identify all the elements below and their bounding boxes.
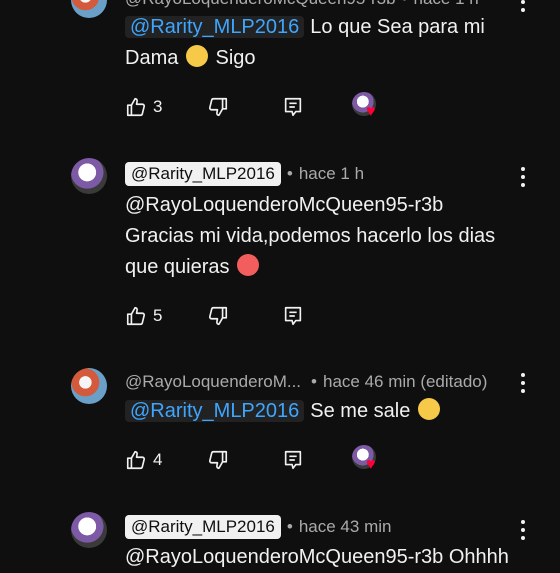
separator-dot: • <box>286 517 293 536</box>
separator-dot: • <box>286 164 293 183</box>
more-vert-icon[interactable] <box>516 371 530 395</box>
creator-heart-icon: ♥ <box>366 456 376 473</box>
comment-text: @Rarity_MLP2016 Lo que Sea para mi Dama S… <box>125 12 530 74</box>
author-handle[interactable]: @RayoLoquenderoM... <box>125 372 301 392</box>
comment-text-line: Sigo <box>215 47 256 69</box>
author-handle[interactable]: @RayoLoquenderoMcQueen95-r3b <box>125 0 396 9</box>
more-vert-icon[interactable] <box>516 165 530 189</box>
avatar[interactable] <box>71 0 107 18</box>
like-button[interactable]: 4 <box>125 445 162 475</box>
comment-text-line: Dama <box>125 47 179 69</box>
thumbs-down-icon <box>208 306 228 326</box>
reply-button[interactable] <box>282 92 304 122</box>
creator-heart-icon: ♥ <box>366 103 376 120</box>
timestamp[interactable]: hace 46 min (editado) <box>323 372 487 392</box>
avatar[interactable] <box>71 512 107 548</box>
mention-link[interactable]: @Rarity_MLP2016 <box>125 400 305 422</box>
reply-button[interactable] <box>282 445 304 475</box>
reply-button[interactable] <box>282 301 304 331</box>
thumbs-up-icon <box>126 306 146 326</box>
avatar[interactable] <box>71 368 107 404</box>
comment-text-line: Lo que Sea para mi <box>310 16 485 38</box>
comment-header: @Rarity_MLP2016 • hace 43 min <box>125 514 391 540</box>
dislike-button[interactable] <box>207 92 229 122</box>
reply-icon <box>284 450 302 470</box>
dislike-button[interactable] <box>207 301 229 331</box>
dislike-button[interactable] <box>207 445 229 475</box>
hot-face-emoji-icon <box>237 254 260 276</box>
avatar[interactable] <box>71 158 107 194</box>
thumbs-up-icon <box>126 97 146 117</box>
comment-text: @RayoLoquenderoMcQueen95-r3b Ohhhh <box>125 542 530 573</box>
comment-text-line: que quieras <box>125 256 230 278</box>
like-button[interactable]: 3 <box>125 92 162 122</box>
persevering-emoji-icon <box>417 398 440 420</box>
comment-header: @RayoLoquenderoM... • hace 46 min (edita… <box>125 369 487 395</box>
comment-text: @Rarity_MLP2016 Se me sale <box>125 396 530 427</box>
author-handle-badge[interactable]: @Rarity_MLP2016 <box>125 162 281 186</box>
like-count: 4 <box>153 450 163 469</box>
thumbs-up-icon <box>126 450 146 470</box>
timestamp[interactable]: hace 1 h <box>414 0 479 9</box>
creator-heart: ♥ <box>352 445 382 475</box>
comment-text: @RayoLoquenderoMcQueen95-r3b Gracias mi … <box>125 190 530 283</box>
mention-link[interactable]: @Rarity_MLP2016 <box>125 16 305 38</box>
thumbs-down-icon <box>208 97 228 117</box>
like-count: 3 <box>153 97 163 116</box>
comment-text-line: @RayoLoquenderoMcQueen95-r3b <box>125 194 444 216</box>
smiling-emoji-icon <box>185 45 208 67</box>
like-button[interactable]: 5 <box>125 301 162 331</box>
timestamp[interactable]: hace 1 h <box>299 164 364 184</box>
reply-icon <box>284 306 302 326</box>
author-handle-badge[interactable]: @Rarity_MLP2016 <box>125 515 281 539</box>
comment-text-line: Se me sale <box>310 400 411 422</box>
thumbs-down-icon <box>208 450 228 470</box>
comment-text-line: @RayoLoquenderoMcQueen95-r3b Ohhhh <box>125 546 509 568</box>
comment-header: @RayoLoquenderoMcQueen95-r3b • hace 1 h <box>125 0 479 12</box>
reply-icon <box>284 97 302 117</box>
comment-text-line: Gracias mi vida,podemos hacerlo los dias <box>125 225 496 247</box>
more-vert-icon[interactable] <box>516 518 530 542</box>
comment-header: @Rarity_MLP2016 • hace 1 h <box>125 161 364 187</box>
creator-heart: ♥ <box>352 92 382 122</box>
timestamp[interactable]: hace 43 min <box>299 517 392 537</box>
like-count: 5 <box>153 306 163 325</box>
separator-dot: • <box>311 372 317 391</box>
separator-dot: • <box>402 0 408 9</box>
